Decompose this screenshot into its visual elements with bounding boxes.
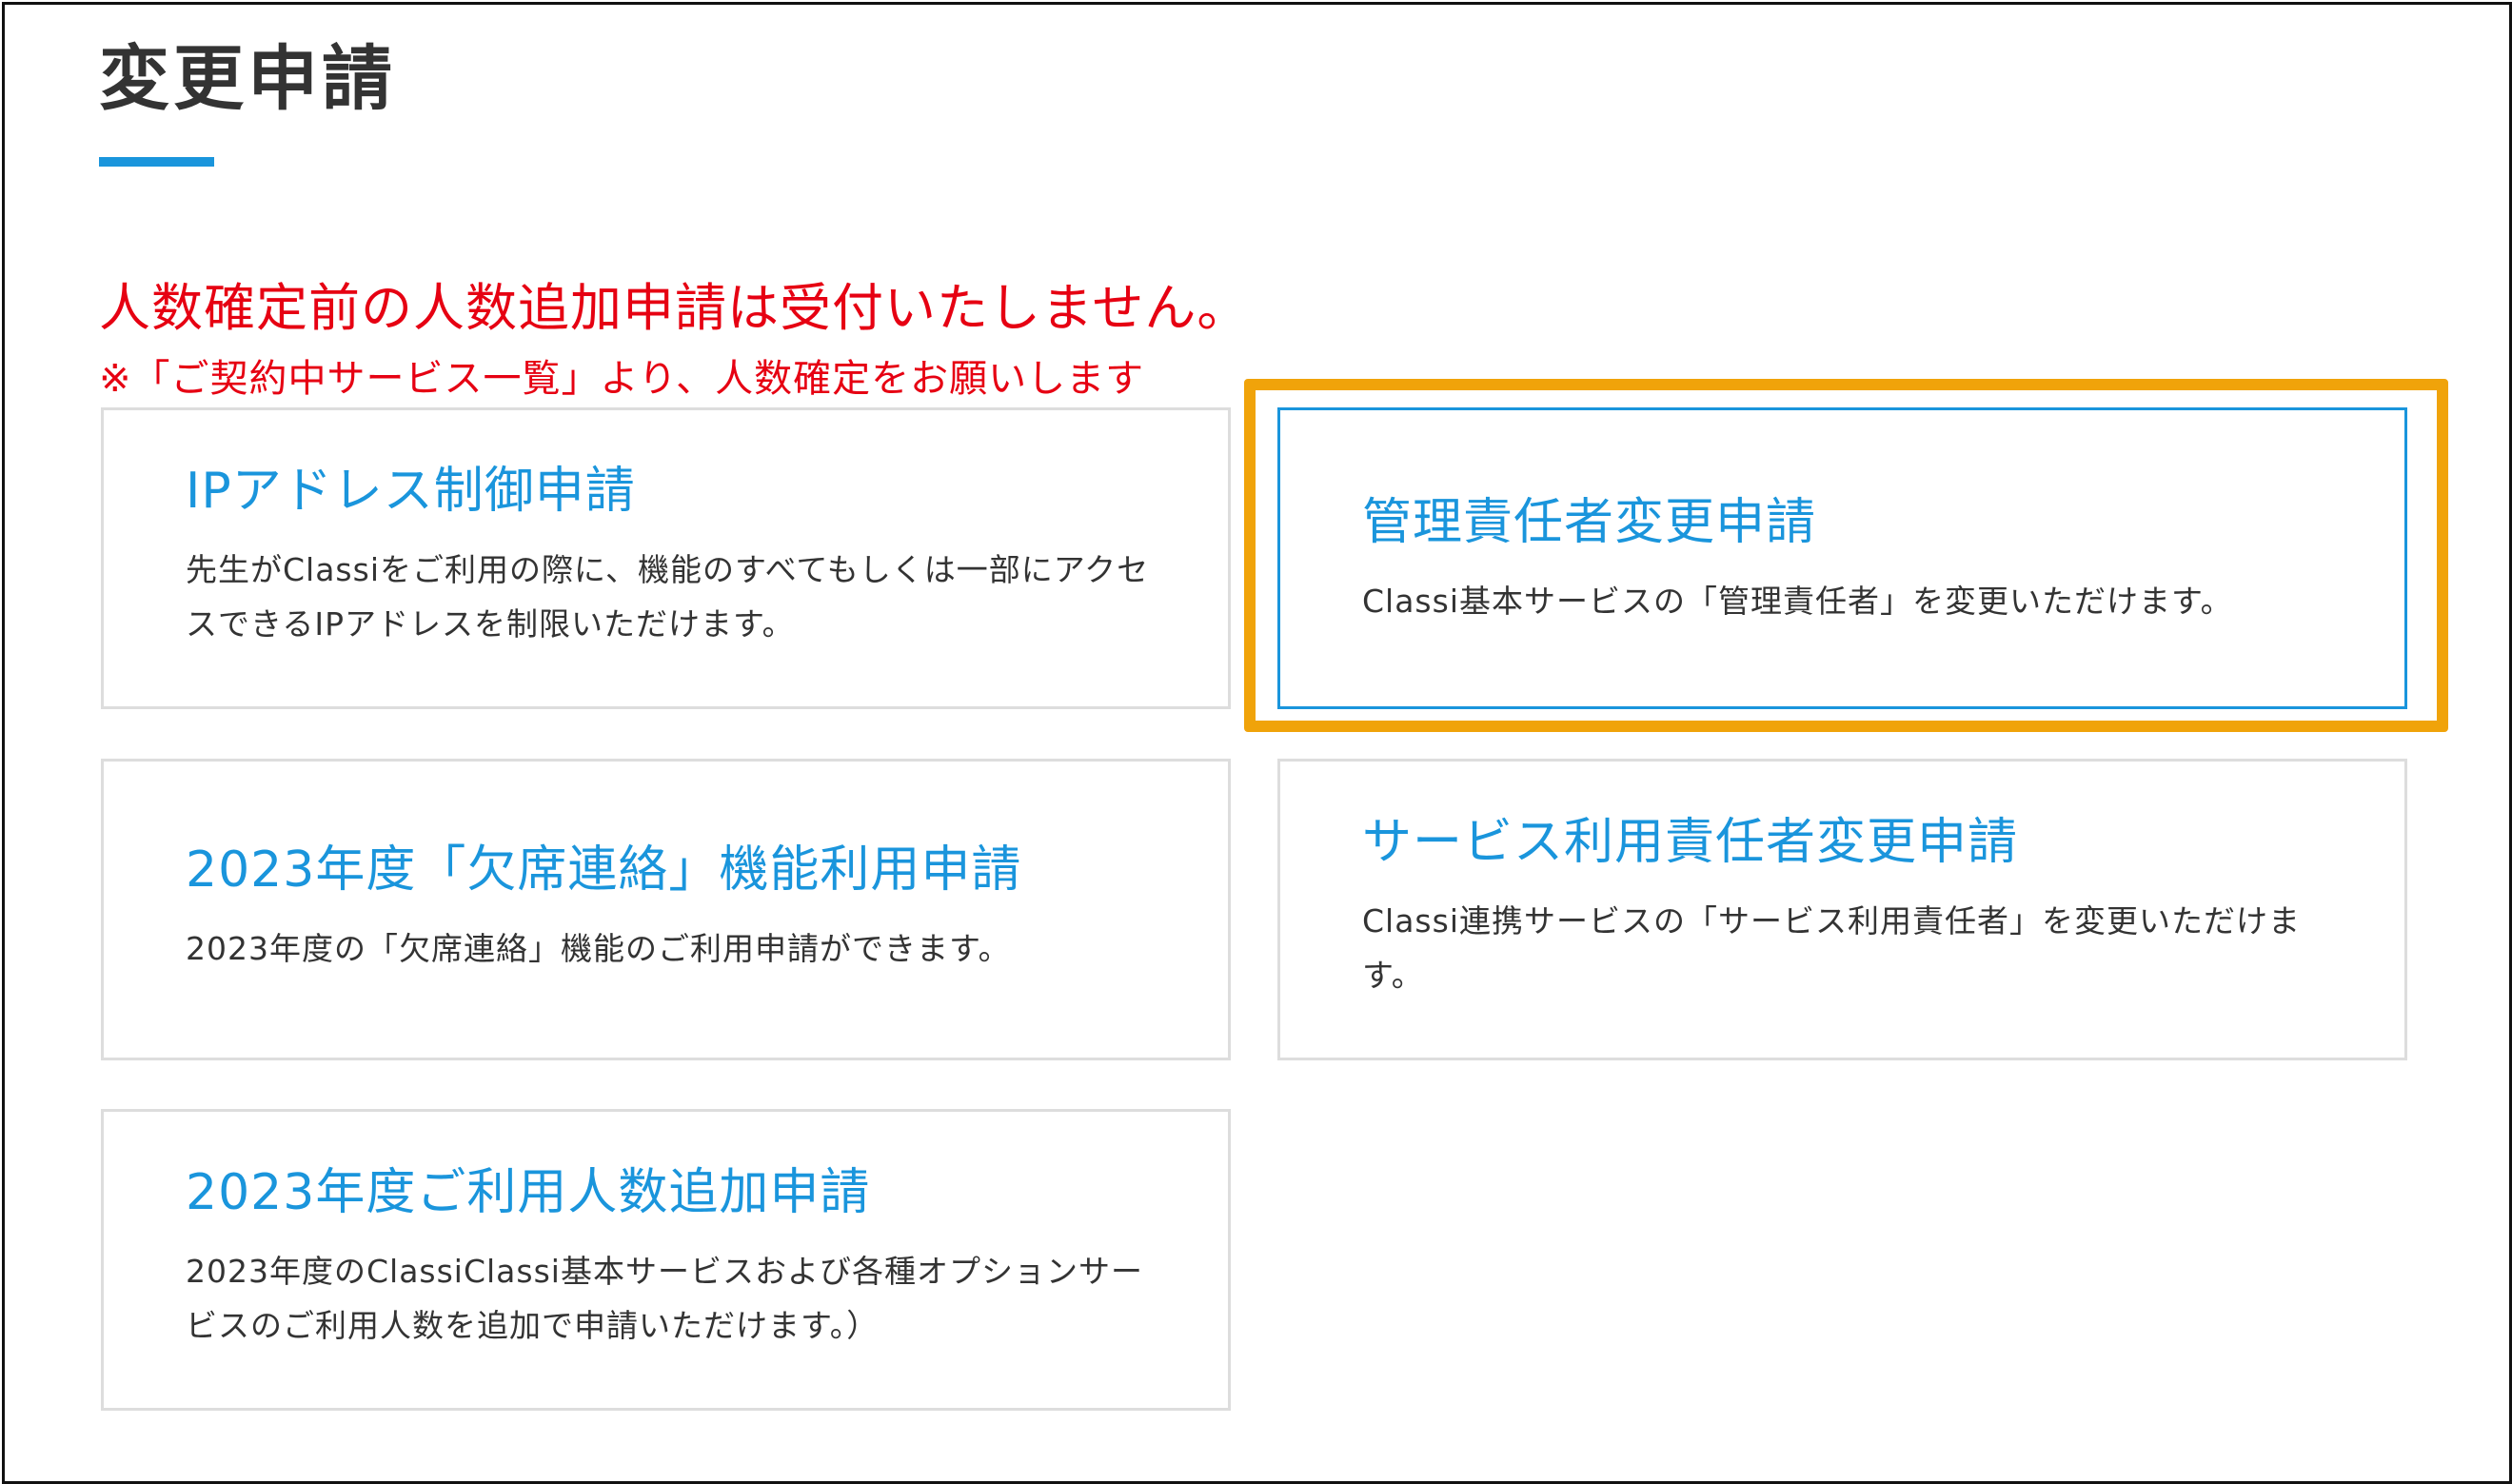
card-title: サービス利用責任者変更申請 bbox=[1362, 814, 2019, 872]
page-title: 変更申請 bbox=[99, 38, 396, 120]
card-absence-contact[interactable]: 2023年度「欠席連絡」機能利用申請 2023年度の「欠席連絡」機能のご利用申請… bbox=[101, 759, 1231, 1060]
card-title: 2023年度ご利用人数追加申請 bbox=[186, 1164, 871, 1222]
card-add-users[interactable]: 2023年度ご利用人数追加申請 2023年度のClassiClassi基本サービ… bbox=[101, 1109, 1231, 1411]
card-description: 2023年度のClassiClassi基本サービスおよび各種オプションサービスの… bbox=[186, 1253, 1143, 1345]
notice-sub-text: ※「ご契約中サービス一覧」より、人数確定をお願いします bbox=[99, 357, 1145, 401]
card-ip-address-control[interactable]: IPアドレス制御申請 先生がClassiをご利用の際に、機能のすべてもしくは一部… bbox=[101, 407, 1231, 709]
title-underline bbox=[99, 157, 214, 167]
card-title: 管理責任者変更申請 bbox=[1362, 493, 1817, 551]
card-title: IPアドレス制御申請 bbox=[186, 463, 636, 521]
card-description: Classi連携サービスの「サービス利用責任者」を変更いただけます。 bbox=[1362, 902, 2301, 995]
card-description: 先生がClassiをご利用の際に、機能のすべてもしくは一部にアクセスできるIPア… bbox=[186, 551, 1150, 643]
card-description: 2023年度の「欠席連絡」機能のご利用申請ができます。 bbox=[186, 929, 1011, 967]
card-title: 2023年度「欠席連絡」機能利用申請 bbox=[186, 841, 1022, 899]
card-admin-change[interactable]: 管理責任者変更申請 Classi基本サービスの「管理責任者」を変更いただけます。 bbox=[1277, 407, 2407, 709]
card-service-manager-change[interactable]: サービス利用責任者変更申請 Classi連携サービスの「サービス利用責任者」を変… bbox=[1277, 759, 2407, 1060]
card-description: Classi基本サービスの「管理責任者」を変更いただけます。 bbox=[1362, 582, 2233, 620]
notice-main-text: 人数確定前の人数追加申請は受付いたしません。 bbox=[99, 278, 1250, 338]
screenshot-frame: 変更申請 人数確定前の人数追加申請は受付いたしません。 ※「ご契約中サービス一覧… bbox=[2, 2, 2512, 1484]
